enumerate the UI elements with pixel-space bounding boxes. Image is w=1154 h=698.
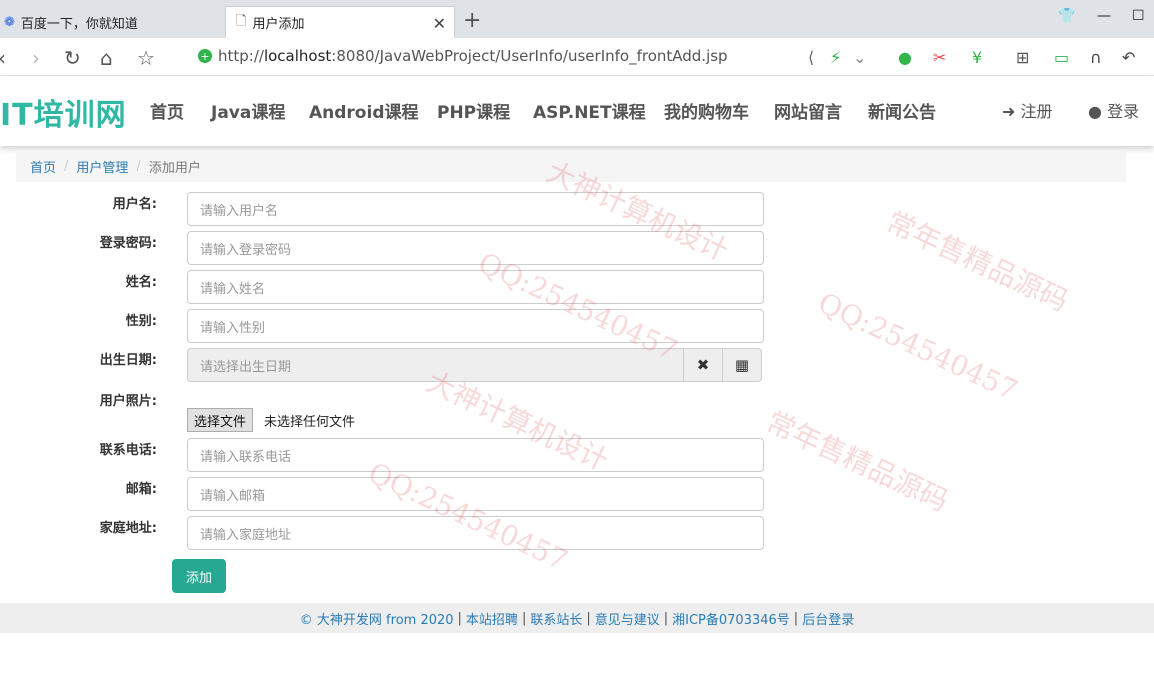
clear-date-icon[interactable]: ✖ xyxy=(683,348,723,382)
breadcrumb: 首页 / 用户管理 / 添加用户 xyxy=(16,150,1126,182)
birthday-input[interactable]: 请选择出生日期 xyxy=(187,348,684,382)
footer-link-admin[interactable]: 后台登录 xyxy=(802,609,854,628)
site-logo[interactable]: IT培训网 xyxy=(0,90,127,134)
battery-icon[interactable]: ▭ xyxy=(1054,48,1069,67)
yen-icon[interactable]: ¥ xyxy=(972,48,982,67)
password-input[interactable]: 请输入登录密码 xyxy=(187,231,764,265)
file-status: 未选择任何文件 xyxy=(264,415,356,430)
url-path: :8080/JavaWebProject/UserInfo/userInfo_f… xyxy=(331,47,728,65)
user-icon: ● xyxy=(1088,102,1102,121)
skin-icon[interactable]: 👕 xyxy=(1058,8,1075,24)
breadcrumb-home[interactable]: 首页 xyxy=(30,157,56,176)
lightning-icon[interactable]: ⚡ xyxy=(830,48,841,67)
share-icon[interactable]: ⟨ xyxy=(808,48,814,67)
wechat-icon[interactable]: ● xyxy=(898,48,912,67)
star-icon[interactable]: ☆ xyxy=(137,46,155,70)
breadcrumb-separator: / xyxy=(64,158,69,174)
sign-in-icon: ➜ xyxy=(1002,102,1016,121)
nav-message[interactable]: 网站留言 xyxy=(774,98,842,123)
tab-title: 百度一下，你就知道 xyxy=(20,16,138,32)
gender-label: 性别: xyxy=(125,314,157,329)
login-link[interactable]: ● 登录 xyxy=(1088,98,1139,122)
breadcrumb-current: 添加用户 xyxy=(148,160,201,176)
tab-baidu[interactable]: ❁ 百度一下，你就知道 xyxy=(0,6,222,38)
watermark-source: 常年售精品源码 xyxy=(761,404,954,518)
headphone-icon[interactable]: ∩ xyxy=(1090,48,1102,67)
forward-icon[interactable]: › xyxy=(32,46,40,70)
browser-tabstrip: ❁ 百度一下，你就知道 🗋 用户添加 ✕ + 👕 — ☐ xyxy=(0,0,1154,38)
nav-java[interactable]: Java课程 xyxy=(211,98,285,123)
name-input[interactable]: 请输入姓名 xyxy=(187,270,764,304)
watermark-source: 常年售精品源码 xyxy=(881,204,1074,318)
address-label: 家庭地址: xyxy=(99,521,157,536)
url-field[interactable]: + http://localhost:8080/JavaWebProject/U… xyxy=(198,47,728,65)
footer-copyright[interactable]: © 大神开发网 from 2020 xyxy=(300,609,454,628)
url-prefix: http:// xyxy=(218,47,264,65)
home-icon[interactable]: ⌂ xyxy=(100,46,113,70)
birthday-label: 出生日期: xyxy=(99,353,157,368)
undo-icon[interactable]: ↶ xyxy=(1122,48,1135,67)
breadcrumb-separator: / xyxy=(136,158,141,174)
phone-label: 联系电话: xyxy=(99,443,157,458)
tab-title: 用户添加 xyxy=(252,17,305,32)
minimize-icon[interactable]: — xyxy=(1097,8,1111,24)
footer: © 大神开发网 from 2020 | 本站招聘 | 联系站长 | 意见与建议 … xyxy=(0,603,1154,633)
address-input[interactable]: 请输入家庭地址 xyxy=(187,516,764,550)
calendar-icon[interactable]: ▦ xyxy=(722,348,762,382)
login-label: 登录 xyxy=(1107,102,1140,121)
back-icon[interactable]: ‹ xyxy=(0,46,6,70)
baidu-paw-icon: ❁ xyxy=(4,14,15,30)
nav-android[interactable]: Android课程 xyxy=(309,98,419,123)
dropdown-icon[interactable]: ⌄ xyxy=(853,48,866,67)
name-label: 姓名: xyxy=(125,275,157,290)
scissors-icon[interactable]: ✂ xyxy=(933,48,946,67)
nav-news[interactable]: 新闻公告 xyxy=(868,98,936,123)
username-input[interactable]: 请输入用户名 xyxy=(187,192,764,226)
phone-input[interactable]: 请输入联系电话 xyxy=(187,438,764,472)
watermark-qq: QQ:254540457 xyxy=(813,285,1023,408)
breadcrumb-user-manage[interactable]: 用户管理 xyxy=(76,157,128,176)
close-tab-icon[interactable]: ✕ xyxy=(433,14,446,33)
choose-file-button[interactable]: 选择文件 xyxy=(187,408,254,432)
register-label: 注册 xyxy=(1020,102,1053,121)
maximize-icon[interactable]: ☐ xyxy=(1132,8,1145,24)
apps-icon[interactable]: ⊞ xyxy=(1016,48,1029,67)
page-icon: 🗋 xyxy=(236,13,247,29)
tab-user-add[interactable]: 🗋 用户添加 ✕ xyxy=(225,6,455,38)
site-header: IT培训网 首页 Java课程 Android课程 PHP课程 ASP.NET课… xyxy=(0,76,1154,146)
nav-cart[interactable]: 我的购物车 xyxy=(664,98,749,123)
url-host: localhost xyxy=(263,47,332,65)
gender-input[interactable]: 请输入性别 xyxy=(187,309,764,343)
footer-link-contact[interactable]: 联系站长 xyxy=(530,609,582,628)
footer-link-recruit[interactable]: 本站招聘 xyxy=(466,609,518,628)
email-label: 邮箱: xyxy=(125,482,157,497)
password-label: 登录密码: xyxy=(99,236,157,251)
photo-label: 用户照片: xyxy=(99,394,157,409)
nav-aspnet[interactable]: ASP.NET课程 xyxy=(533,98,646,123)
nav-php[interactable]: PHP课程 xyxy=(437,98,510,123)
nav-home[interactable]: 首页 xyxy=(150,98,184,123)
footer-link-icp[interactable]: 湘ICP备0703346号 xyxy=(672,609,790,628)
address-bar: ‹ › ↻ ⌂ ☆ + http://localhost:8080/JavaWe… xyxy=(0,38,1154,76)
add-button[interactable]: 添加 xyxy=(172,559,226,593)
reload-icon[interactable]: ↻ xyxy=(64,46,81,70)
register-link[interactable]: ➜ 注册 xyxy=(1002,98,1053,122)
username-label: 用户名: xyxy=(112,197,157,212)
footer-link-feedback[interactable]: 意见与建议 xyxy=(595,609,660,628)
secure-icon: + xyxy=(198,49,212,63)
email-input[interactable]: 请输入邮箱 xyxy=(187,477,764,511)
new-tab-icon[interactable]: + xyxy=(463,8,481,33)
